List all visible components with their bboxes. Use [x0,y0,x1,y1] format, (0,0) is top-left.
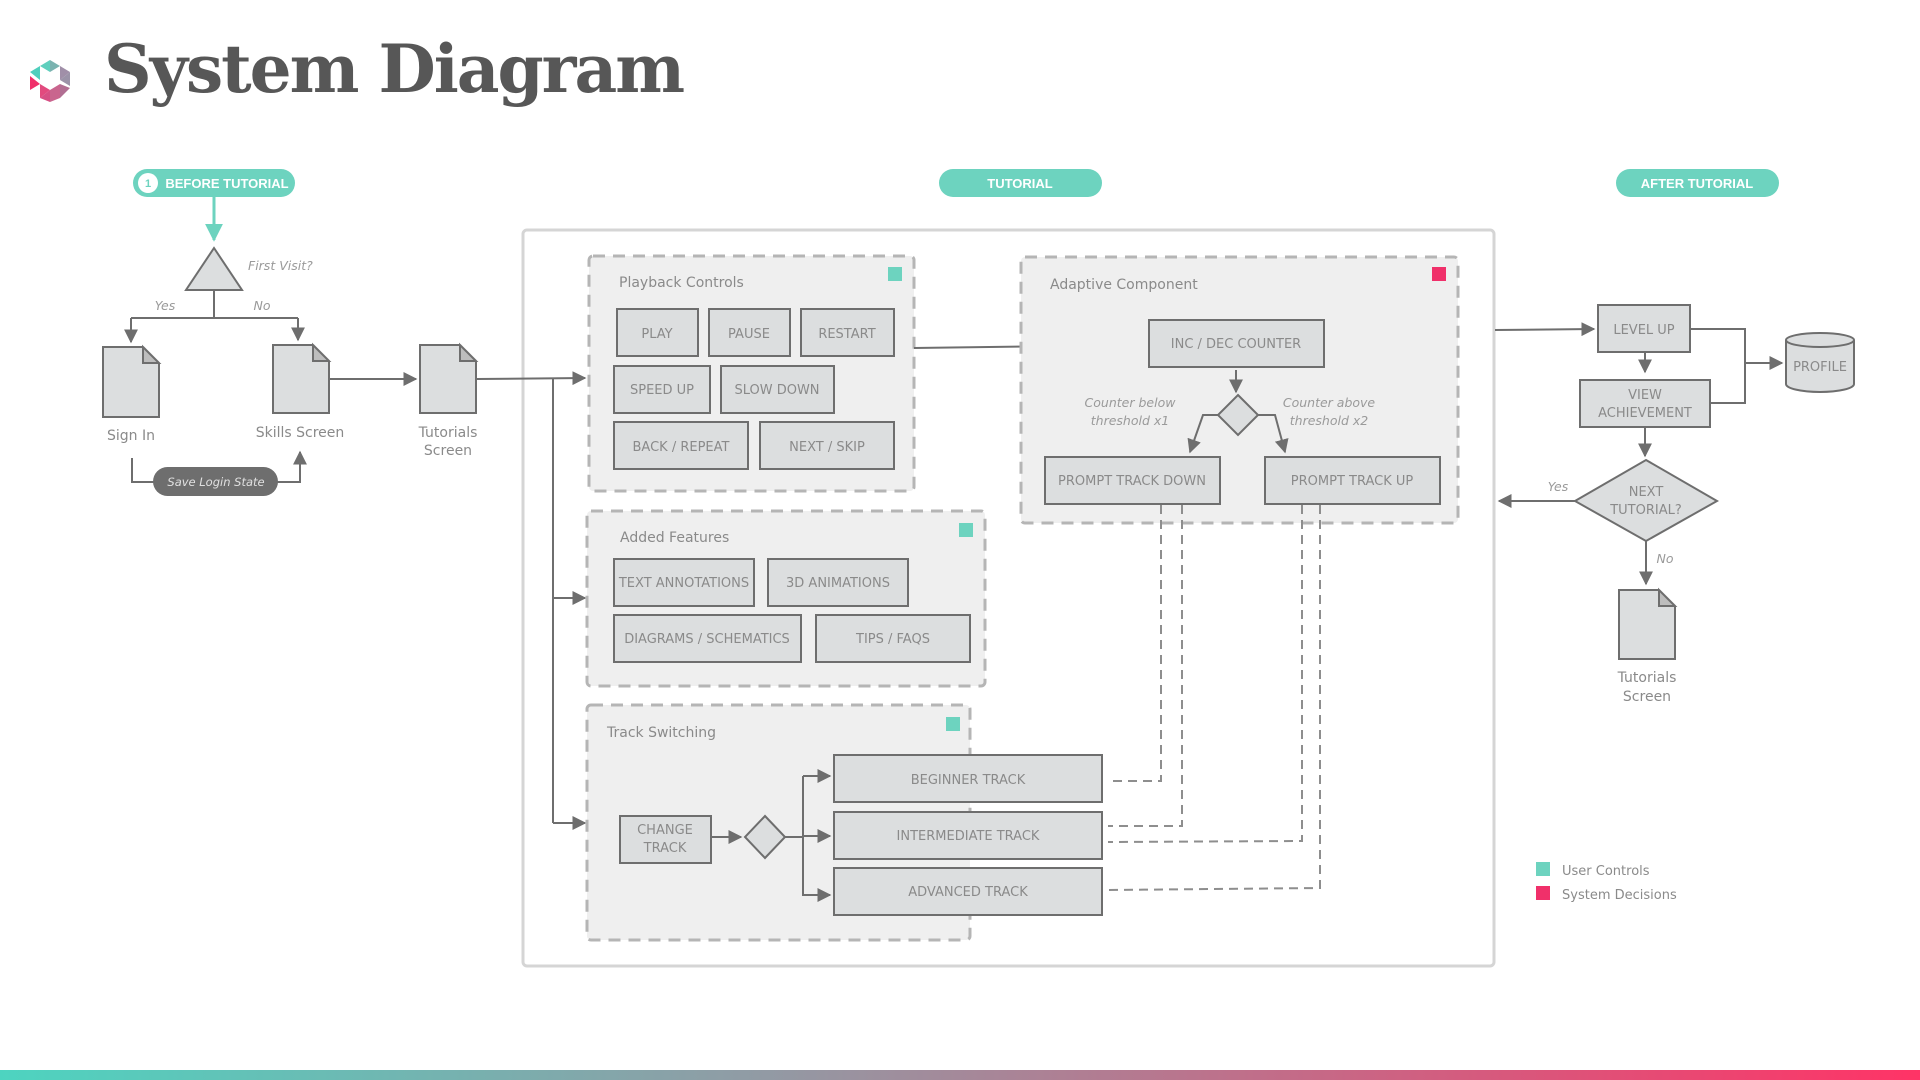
prompt-track-down-box[interactable]: PROMPT TRACK DOWN [1044,456,1221,505]
group-title: Added Features [620,530,729,546]
restart-button[interactable]: RESTART [800,308,895,357]
level-up-box[interactable]: LEVEL UP [1597,304,1691,353]
connector [276,450,307,483]
decision-label: First Visit? [248,258,313,273]
svg-text:PROMPT TRACK DOWN: PROMPT TRACK DOWN [1058,474,1206,489]
sign-in-label: Sign In [107,428,155,444]
3d-animations-button[interactable]: 3D ANIMATIONS [767,558,909,607]
svg-text:TEXT ANNOTATIONS: TEXT ANNOTATIONS [618,576,749,591]
phase-pill-after-tutorial: AFTER TUTORIAL [1616,169,1779,197]
svg-text:DIAGRAMS / SCHEMATICS: DIAGRAMS / SCHEMATICS [624,632,790,647]
profile-database-icon[interactable]: PROFILE [1785,332,1855,393]
next-tutorial-decision: NEXT TUTORIAL? [1572,458,1720,543]
no-label: No [254,298,271,313]
gradient-footer-bar [0,1070,1920,1080]
svg-text:3D ANIMATIONS: 3D ANIMATIONS [786,576,890,591]
tutorials-screen-label: Screen [424,443,472,459]
legend-swatch-system-decisions [1536,886,1550,900]
system-decision-marker [1432,267,1446,281]
svg-text:PROMPT TRACK UP: PROMPT TRACK UP [1291,474,1414,489]
legend: User Controls System Decisions [1536,862,1677,903]
svg-text:LEVEL UP: LEVEL UP [1613,323,1674,338]
svg-text:TUTORIAL?: TUTORIAL? [1609,503,1682,518]
phase-label: TUTORIAL [987,176,1053,191]
slow-down-button[interactable]: SLOW DOWN [720,365,835,414]
phase-pill-tutorial: TUTORIAL [939,169,1102,197]
play-button[interactable]: PLAY [616,308,699,357]
legend-label: User Controls [1562,864,1650,879]
pause-button[interactable]: PAUSE [708,308,791,357]
svg-text:PAUSE: PAUSE [728,327,770,342]
connector [131,458,155,483]
counter-below-label: threshold x1 [1091,413,1169,428]
user-control-marker [888,267,902,281]
prompt-track-up-box[interactable]: PROMPT TRACK UP [1264,456,1441,505]
svg-text:PLAY: PLAY [641,327,672,342]
user-control-marker [959,523,973,537]
phase-pill-before-tutorial: 1 BEFORE TUTORIAL [133,169,295,197]
svg-text:SPEED UP: SPEED UP [630,383,694,398]
flow-arrow [476,371,587,386]
counter-below-label: Counter below [1085,395,1177,410]
tutorials-screen-document-icon[interactable] [419,342,479,414]
advanced-track-box[interactable]: ADVANCED TRACK [833,867,1103,916]
skills-screen-document-icon[interactable] [272,342,332,414]
flow-arrow [1494,322,1596,337]
inc-dec-counter-box[interactable]: INC / DEC COUNTER [1148,319,1325,368]
svg-text:BACK / REPEAT: BACK / REPEAT [633,440,730,455]
save-login-state-label: Save Login State [167,475,264,489]
tutorials-screen-label: Tutorials [418,425,478,441]
system-diagram: 1 BEFORE TUTORIAL TUTORIAL AFTER TUTORIA… [102,169,1855,968]
diagrams-schematics-button[interactable]: DIAGRAMS / SCHEMATICS [613,614,802,663]
group-title: Track Switching [606,725,716,741]
svg-text:PROFILE: PROFILE [1793,360,1847,375]
next-skip-button[interactable]: NEXT / SKIP [759,421,895,470]
svg-text:TRACK: TRACK [643,841,687,856]
legend-swatch-user-controls [1536,862,1550,876]
sign-in-document-icon[interactable] [102,344,162,418]
counter-above-label: threshold x2 [1290,413,1369,428]
legend-label: System Decisions [1562,888,1677,903]
intermediate-track-box[interactable]: INTERMEDIATE TRACK [833,811,1103,860]
tutorials-screen-document-icon[interactable] [1618,587,1678,660]
svg-text:CHANGE: CHANGE [637,823,693,838]
tips-faqs-button[interactable]: TIPS / FAQS [815,614,971,663]
svg-text:TIPS / FAQS: TIPS / FAQS [855,632,930,647]
group-title: Playback Controls [619,275,744,291]
phase-label: AFTER TUTORIAL [1641,176,1753,191]
tutorials-screen-label: Screen [1623,689,1671,705]
svg-text:VIEW: VIEW [1628,388,1662,403]
svg-text:NEXT / SKIP: NEXT / SKIP [789,440,865,455]
no-label: No [1657,551,1674,566]
svg-text:ACHIEVEMENT: ACHIEVEMENT [1598,406,1692,421]
change-track-button[interactable]: CHANGE TRACK [619,815,712,864]
phase-number: 1 [145,178,151,190]
counter-above-label: Counter above [1283,395,1376,410]
svg-text:SLOW DOWN: SLOW DOWN [734,383,819,398]
group-title: Adaptive Component [1050,277,1198,293]
back-repeat-button[interactable]: BACK / REPEAT [613,421,749,470]
view-achievement-box[interactable]: VIEW ACHIEVEMENT [1579,379,1711,428]
skills-screen-label: Skills Screen [256,425,345,441]
phase-label: BEFORE TUTORIAL [165,176,288,191]
tutorials-screen-label: Tutorials [1617,670,1677,686]
beginner-track-box[interactable]: BEGINNER TRACK [833,754,1103,803]
svg-text:INTERMEDIATE TRACK: INTERMEDIATE TRACK [897,829,1040,844]
svg-text:BEGINNER TRACK: BEGINNER TRACK [911,773,1026,788]
user-control-marker [946,717,960,731]
svg-text:NEXT: NEXT [1629,485,1664,500]
yes-label: Yes [1548,479,1569,494]
speed-up-button[interactable]: SPEED UP [613,365,711,414]
svg-text:RESTART: RESTART [818,327,875,342]
decision-triangle [184,246,244,291]
svg-text:INC / DEC COUNTER: INC / DEC COUNTER [1171,337,1301,352]
text-annotations-button[interactable]: TEXT ANNOTATIONS [613,558,755,607]
yes-label: Yes [155,298,176,313]
svg-text:ADVANCED TRACK: ADVANCED TRACK [908,885,1028,900]
